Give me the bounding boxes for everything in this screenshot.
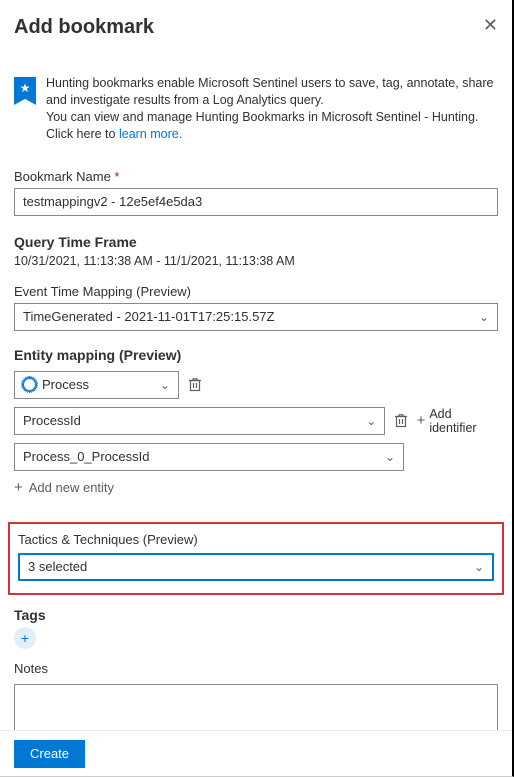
chevron-down-icon: ⌄ bbox=[160, 378, 170, 392]
trash-icon bbox=[394, 413, 408, 428]
event-time-mapping-value: TimeGenerated - 2021-11-01T17:25:15.57Z bbox=[23, 309, 274, 324]
entity-type-value: Process bbox=[42, 377, 89, 392]
event-time-mapping-label: Event Time Mapping (Preview) bbox=[14, 284, 498, 299]
notes-label: Notes bbox=[14, 661, 498, 676]
event-time-mapping-select[interactable]: TimeGenerated - 2021-11-01T17:25:15.57Z … bbox=[14, 303, 498, 331]
close-icon[interactable]: ✕ bbox=[483, 16, 498, 34]
add-entity-button[interactable]: + Add new entity bbox=[14, 479, 498, 496]
plus-icon: + bbox=[417, 412, 426, 429]
query-time-frame-label: Query Time Frame bbox=[14, 234, 498, 250]
delete-identifier-button[interactable] bbox=[393, 413, 408, 429]
identifier-key-select[interactable]: ProcessId ⌄ bbox=[14, 407, 385, 435]
add-identifier-button[interactable]: + Add identifier bbox=[417, 407, 498, 435]
panel-title: Add bookmark bbox=[14, 16, 154, 39]
chevron-down-icon: ⌄ bbox=[385, 450, 395, 464]
bookmark-name-input[interactable] bbox=[14, 188, 498, 216]
intro-click-here: Click here to bbox=[46, 127, 115, 141]
chevron-down-icon: ⌄ bbox=[474, 560, 484, 574]
tactics-label: Tactics & Techniques (Preview) bbox=[18, 532, 494, 547]
identifier-value-select[interactable]: Process_0_ProcessId ⌄ bbox=[14, 443, 404, 471]
identifier-key-value: ProcessId bbox=[23, 413, 81, 428]
learn-more-link[interactable]: learn more. bbox=[119, 127, 182, 141]
add-entity-label: Add new entity bbox=[29, 480, 114, 495]
create-button[interactable]: Create bbox=[14, 740, 85, 768]
plus-icon: + bbox=[14, 479, 23, 496]
plus-icon: + bbox=[21, 630, 29, 646]
entity-type-select[interactable]: Process ⌄ bbox=[14, 371, 179, 399]
chevron-down-icon: ⌄ bbox=[479, 310, 489, 324]
intro-line1: Hunting bookmarks enable Microsoft Senti… bbox=[46, 76, 493, 107]
query-time-frame-value: 10/31/2021, 11:13:38 AM - 11/1/2021, 11:… bbox=[14, 254, 498, 268]
process-icon bbox=[23, 378, 36, 391]
delete-entity-button[interactable] bbox=[187, 377, 203, 393]
intro-text: Hunting bookmarks enable Microsoft Senti… bbox=[46, 75, 498, 143]
chevron-down-icon: ⌄ bbox=[366, 414, 376, 428]
footer: Create bbox=[0, 730, 512, 776]
bookmark-icon bbox=[14, 77, 36, 105]
tactics-highlight: Tactics & Techniques (Preview) 3 selecte… bbox=[8, 522, 504, 595]
tags-label: Tags bbox=[14, 607, 498, 623]
add-identifier-label: Add identifier bbox=[429, 407, 498, 435]
entity-mapping-label: Entity mapping (Preview) bbox=[14, 347, 498, 363]
add-tag-button[interactable]: + bbox=[14, 627, 36, 649]
tactics-value: 3 selected bbox=[28, 559, 87, 574]
intro-line2: You can view and manage Hunting Bookmark… bbox=[46, 110, 478, 124]
tactics-select[interactable]: 3 selected ⌄ bbox=[18, 553, 494, 581]
identifier-value-value: Process_0_ProcessId bbox=[23, 449, 149, 464]
bookmark-name-label: Bookmark Name bbox=[14, 169, 498, 184]
trash-icon bbox=[188, 377, 202, 392]
